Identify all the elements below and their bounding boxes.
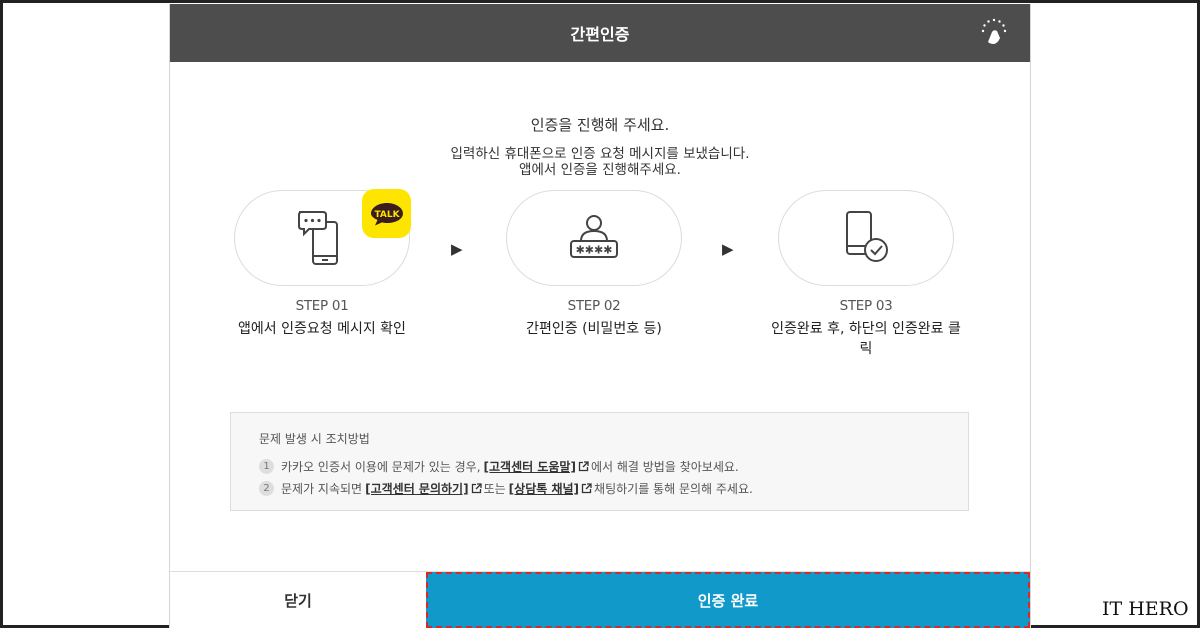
external-link-icon[interactable] xyxy=(471,482,482,494)
help-item-2: 2 문제가 지속되면 [고객센터 문의하기] 또는 [상담톡 채널] 채팅하기를… xyxy=(259,477,968,499)
help-item-2-mid: 또는 xyxy=(483,481,506,496)
step-01-desc: 앱에서 인증요청 메시지 확인 xyxy=(238,321,406,337)
phone-message-icon xyxy=(298,211,338,265)
help-item-1-text: 카카오 인증서 이용에 문제가 있는 경우, xyxy=(281,459,481,474)
step-arrow-1: ▶ xyxy=(451,240,463,258)
customer-center-help-link[interactable]: [고객센터 도움말] xyxy=(484,458,576,475)
help-item-2-text: 문제가 지속되면 xyxy=(281,481,363,496)
help-item-1-number: 1 xyxy=(259,458,274,474)
auth-complete-button[interactable]: 인증 완료 xyxy=(426,572,1030,628)
step-03: STEP 03 인증완료 후, 하단의 인증완료 클릭 xyxy=(766,190,966,358)
modal-header: 간편인증 xyxy=(170,4,1030,62)
intro-description: 입력하신 휴대폰으로 인증 요청 메시지를 보냈습니다. 앱에서 인증을 진행해… xyxy=(170,146,1030,178)
help-item-1: 1 카카오 인증서 이용에 문제가 있는 경우, [고객센터 도움말] 에서 해… xyxy=(259,455,968,477)
auth-modal: 간편인증 인증을 진행해 주세요. 입력하신 휴대폰으로 인증 요청 메시지를 … xyxy=(169,4,1031,628)
help-item-2-number: 2 xyxy=(259,480,274,496)
step-02-label: STEP 02 xyxy=(567,298,621,314)
kakao-cert-logo-icon xyxy=(981,18,1007,44)
modal-title: 간편인증 xyxy=(570,25,630,44)
step-02-pill: ✱✱✱✱ xyxy=(506,190,682,286)
help-item-2-suffix: 채팅하기를 통해 문의해 주세요. xyxy=(594,481,753,496)
kakaotalk-badge: TALK xyxy=(362,189,411,238)
step-03-desc: 인증완료 후, 하단의 인증완료 클릭 xyxy=(771,321,961,357)
svg-text:✱✱✱✱: ✱✱✱✱ xyxy=(576,244,613,257)
help-title: 문제 발생 시 조치방법 xyxy=(259,432,370,446)
intro-desc-line2: 앱에서 인증을 진행해주세요. xyxy=(519,162,681,178)
step-02-desc: 간편인증 (비밀번호 등) xyxy=(526,321,662,337)
help-box: 문제 발생 시 조치방법 1 카카오 인증서 이용에 문제가 있는 경우, [고… xyxy=(230,412,969,511)
step-03-label: STEP 03 xyxy=(839,298,893,314)
modal-footer: 닫기 인증 완료 xyxy=(170,571,1030,628)
kakaotalk-icon: TALK xyxy=(370,202,403,225)
help-item-1-suffix: 에서 해결 방법을 찾아보세요. xyxy=(590,459,739,474)
step-01-label: STEP 01 xyxy=(295,298,349,314)
chat-channel-link[interactable]: [상담톡 채널] xyxy=(509,480,579,497)
step-arrow-2: ▶ xyxy=(722,240,734,258)
step-03-pill xyxy=(778,190,954,286)
customer-center-inquiry-link[interactable]: [고객센터 문의하기] xyxy=(365,480,468,497)
external-link-icon[interactable] xyxy=(578,460,589,472)
watermark-text: IT HERO xyxy=(1102,598,1189,620)
user-password-icon: ✱✱✱✱ xyxy=(570,215,618,258)
external-link-icon[interactable] xyxy=(581,482,592,494)
close-button[interactable]: 닫기 xyxy=(170,572,426,628)
kakaotalk-badge-text: TALK xyxy=(374,210,400,220)
intro-title: 인증을 진행해 주세요. xyxy=(530,116,670,134)
intro-section: 인증을 진행해 주세요. 입력하신 휴대폰으로 인증 요청 메시지를 보냈습니다… xyxy=(170,114,1030,178)
intro-desc-line1: 입력하신 휴대폰으로 인증 요청 메시지를 보냈습니다. xyxy=(450,146,750,162)
phone-check-icon xyxy=(846,211,888,262)
step-02: ✱✱✱✱ STEP 02 간편인증 (비밀번호 등) xyxy=(494,190,694,338)
